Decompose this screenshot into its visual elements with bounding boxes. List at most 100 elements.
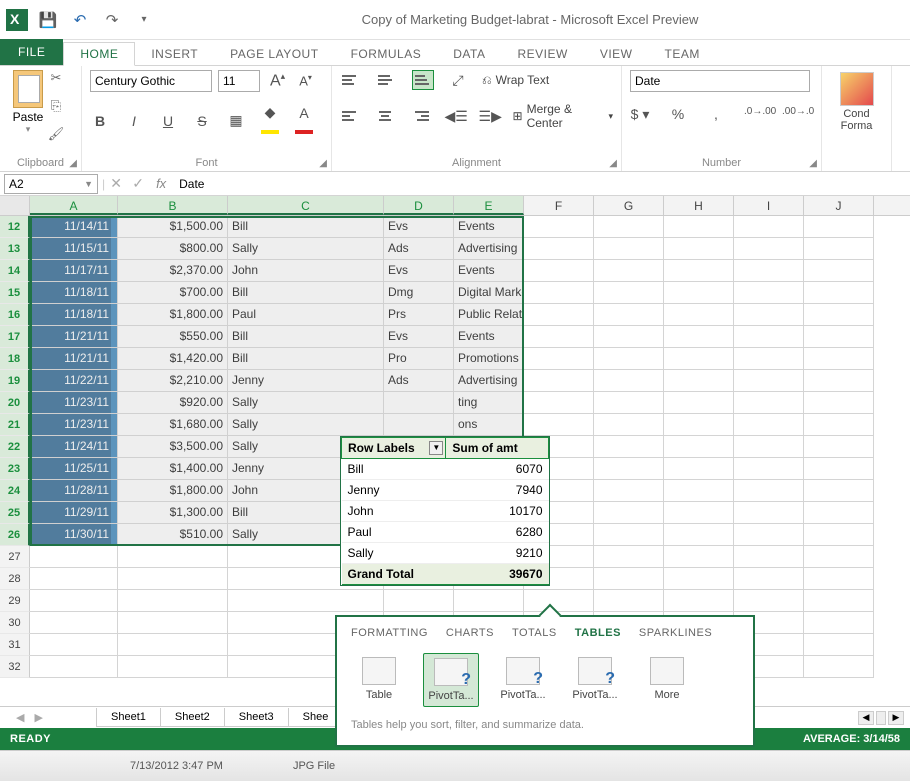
cell-F17[interactable] bbox=[524, 326, 594, 348]
cell-D19[interactable]: Ads bbox=[384, 370, 454, 392]
cell-B27[interactable] bbox=[118, 546, 228, 568]
cell-B21[interactable]: $1,680.00 bbox=[118, 414, 228, 436]
cell-I15[interactable] bbox=[734, 282, 804, 304]
cell-C16[interactable]: Paul bbox=[228, 304, 384, 326]
decrease-indent-icon[interactable]: ◀☰ bbox=[445, 108, 465, 125]
cell-H12[interactable] bbox=[664, 216, 734, 238]
cell-A24[interactable]: 11/28/11 bbox=[30, 480, 118, 502]
cell-B14[interactable]: $2,370.00 bbox=[118, 260, 228, 282]
cell-B15[interactable]: $700.00 bbox=[118, 282, 228, 304]
cell-D18[interactable]: Pro bbox=[384, 348, 454, 370]
ribbon-tab-team[interactable]: TEAM bbox=[649, 43, 716, 65]
cell-A21[interactable]: 11/23/11 bbox=[30, 414, 118, 436]
cell-G28[interactable] bbox=[594, 568, 664, 590]
cell-D12[interactable]: Evs bbox=[384, 216, 454, 238]
cell-J17[interactable] bbox=[804, 326, 874, 348]
cell-C29[interactable] bbox=[228, 590, 384, 612]
increase-decimal-icon[interactable]: .0→.00 bbox=[744, 106, 764, 123]
row-header-29[interactable]: 29 bbox=[0, 590, 30, 612]
cell-A12[interactable]: 11/14/11 bbox=[30, 216, 118, 238]
pivot-filter-dropdown-icon[interactable]: ▼ bbox=[429, 441, 443, 455]
cell-G24[interactable] bbox=[594, 480, 664, 502]
cell-J24[interactable] bbox=[804, 480, 874, 502]
row-header-17[interactable]: 17 bbox=[0, 326, 30, 348]
cell-A17[interactable]: 11/21/11 bbox=[30, 326, 118, 348]
hscroll-track[interactable] bbox=[876, 711, 886, 725]
cell-H18[interactable] bbox=[664, 348, 734, 370]
cell-F18[interactable] bbox=[524, 348, 594, 370]
cell-B13[interactable]: $800.00 bbox=[118, 238, 228, 260]
cell-J21[interactable] bbox=[804, 414, 874, 436]
sheet-nav-next-icon[interactable]: ▶ bbox=[34, 711, 42, 724]
row-header-12[interactable]: 12 bbox=[0, 216, 30, 238]
cell-B23[interactable]: $1,400.00 bbox=[118, 458, 228, 480]
cell-C14[interactable]: John bbox=[228, 260, 384, 282]
sheet-tab-sheet3[interactable]: Sheet3 bbox=[224, 708, 289, 727]
cell-G17[interactable] bbox=[594, 326, 664, 348]
cell-C15[interactable]: Bill bbox=[228, 282, 384, 304]
format-painter-icon[interactable]: 🖌 bbox=[46, 126, 66, 144]
cell-A20[interactable]: 11/23/11 bbox=[30, 392, 118, 414]
cell-E21[interactable]: ons bbox=[454, 414, 524, 436]
cell-H24[interactable] bbox=[664, 480, 734, 502]
sheet-nav-prev-icon[interactable]: ◀ bbox=[16, 711, 24, 724]
cell-A32[interactable] bbox=[30, 656, 118, 678]
cell-B20[interactable]: $920.00 bbox=[118, 392, 228, 414]
cell-J19[interactable] bbox=[804, 370, 874, 392]
cell-I23[interactable] bbox=[734, 458, 804, 480]
cell-E19[interactable]: Advertising bbox=[454, 370, 524, 392]
cell-G15[interactable] bbox=[594, 282, 664, 304]
cell-E29[interactable] bbox=[454, 590, 524, 612]
cell-G27[interactable] bbox=[594, 546, 664, 568]
qa-item-3[interactable]: PivotTa... bbox=[567, 653, 623, 707]
row-header-31[interactable]: 31 bbox=[0, 634, 30, 656]
align-right-icon[interactable] bbox=[410, 106, 431, 126]
cell-F14[interactable] bbox=[524, 260, 594, 282]
cell-F19[interactable] bbox=[524, 370, 594, 392]
cell-F13[interactable] bbox=[524, 238, 594, 260]
column-header-A[interactable]: A bbox=[30, 196, 118, 215]
cell-C13[interactable]: Sally bbox=[228, 238, 384, 260]
cancel-formula-icon[interactable]: ✕ bbox=[105, 175, 127, 192]
column-header-F[interactable]: F bbox=[524, 196, 594, 215]
cell-G12[interactable] bbox=[594, 216, 664, 238]
font-launcher-icon[interactable]: ◢ bbox=[319, 158, 327, 169]
sheet-tab-sheet1[interactable]: Sheet1 bbox=[96, 708, 161, 727]
align-top-icon[interactable] bbox=[340, 70, 362, 90]
cell-J13[interactable] bbox=[804, 238, 874, 260]
cell-D21[interactable] bbox=[384, 414, 454, 436]
qa-tab-charts[interactable]: CHARTS bbox=[446, 627, 494, 639]
grow-font-icon[interactable]: A▴ bbox=[266, 71, 289, 90]
qa-tab-sparklines[interactable]: SPARKLINES bbox=[639, 627, 712, 639]
row-header-13[interactable]: 13 bbox=[0, 238, 30, 260]
cell-J28[interactable] bbox=[804, 568, 874, 590]
fx-icon[interactable]: fx bbox=[149, 176, 173, 191]
font-size-input[interactable] bbox=[218, 70, 260, 92]
decrease-decimal-icon[interactable]: .00→.0 bbox=[782, 106, 802, 123]
cell-F16[interactable] bbox=[524, 304, 594, 326]
row-header-32[interactable]: 32 bbox=[0, 656, 30, 678]
cell-C12[interactable]: Bill bbox=[228, 216, 384, 238]
italic-button[interactable]: I bbox=[124, 113, 144, 129]
cell-A13[interactable]: 11/15/11 bbox=[30, 238, 118, 260]
cell-J23[interactable] bbox=[804, 458, 874, 480]
align-left-icon[interactable] bbox=[340, 106, 361, 126]
cell-J20[interactable] bbox=[804, 392, 874, 414]
cell-F21[interactable] bbox=[524, 414, 594, 436]
column-header-D[interactable]: D bbox=[384, 196, 454, 215]
ribbon-tab-page-layout[interactable]: PAGE LAYOUT bbox=[214, 43, 334, 65]
cell-J12[interactable] bbox=[804, 216, 874, 238]
cell-J30[interactable] bbox=[804, 612, 874, 634]
cell-F29[interactable] bbox=[524, 590, 594, 612]
cell-H25[interactable] bbox=[664, 502, 734, 524]
hscroll-left-icon[interactable]: ◀ bbox=[858, 711, 874, 725]
cell-C19[interactable]: Jenny bbox=[228, 370, 384, 392]
row-header-23[interactable]: 23 bbox=[0, 458, 30, 480]
copy-icon[interactable]: ⎘ bbox=[46, 98, 66, 116]
enter-formula-icon[interactable]: ✓ bbox=[127, 175, 149, 192]
qa-tab-formatting[interactable]: FORMATTING bbox=[351, 627, 428, 639]
cell-G19[interactable] bbox=[594, 370, 664, 392]
cell-C20[interactable]: Sally bbox=[228, 392, 384, 414]
cell-A15[interactable]: 11/18/11 bbox=[30, 282, 118, 304]
cell-D14[interactable]: Evs bbox=[384, 260, 454, 282]
